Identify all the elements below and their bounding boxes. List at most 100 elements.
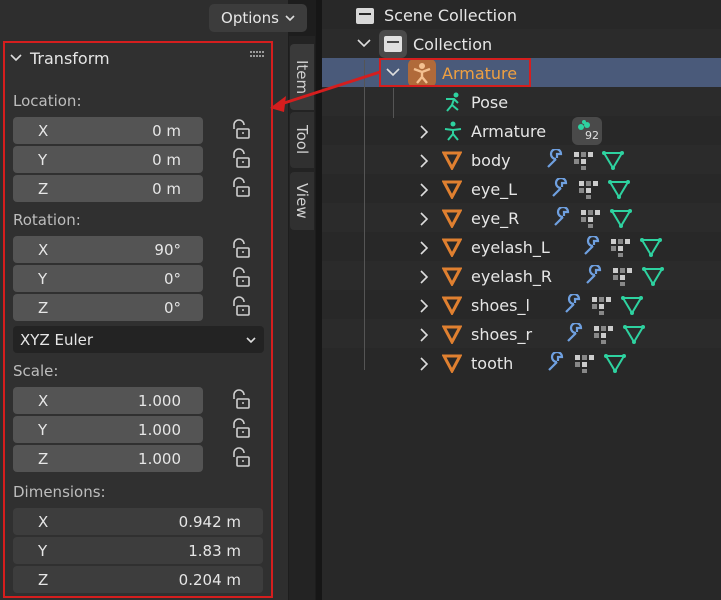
mesh-object-icon <box>442 296 462 315</box>
wrench-icon[interactable] <box>549 178 571 200</box>
rotation-y-value: 0° <box>163 269 181 288</box>
wrench-icon[interactable] <box>581 236 603 258</box>
chevron-right-icon[interactable] <box>418 357 430 371</box>
rotation-y-field[interactable]: Y 0° <box>13 265 203 292</box>
rotation-z-field[interactable]: Z 0° <box>13 294 203 321</box>
scale-z-field[interactable]: Z 1.000 <box>13 445 203 472</box>
lock-icon[interactable] <box>228 237 252 261</box>
vertex-groups-icon[interactable] <box>591 295 613 315</box>
outliner-row[interactable] <box>322 145 721 174</box>
dimensions-x-value: 0.942 m <box>178 512 241 531</box>
scale-y-field[interactable]: Y 1.000 <box>13 416 203 443</box>
drag-handle-icon[interactable] <box>250 50 264 60</box>
highlight-box <box>379 58 531 87</box>
vertex-groups-icon[interactable] <box>593 324 615 344</box>
object-label-shoes-l: shoes_l <box>471 296 530 315</box>
lock-icon[interactable] <box>228 295 252 319</box>
chevron-down-icon <box>246 336 256 343</box>
lock-icon[interactable] <box>228 417 252 441</box>
tree-line <box>393 88 394 118</box>
mesh-data-icon[interactable] <box>641 265 665 287</box>
object-label-eye-l: eye_L <box>471 180 518 199</box>
lock-icon[interactable] <box>228 388 252 412</box>
outliner-row[interactable] <box>322 0 721 29</box>
tab-view[interactable]: View <box>290 172 314 230</box>
wrench-icon[interactable] <box>544 149 566 171</box>
lock-icon[interactable] <box>228 147 252 171</box>
vertex-groups-icon[interactable] <box>574 353 596 373</box>
armature-data-label: Armature <box>471 122 547 141</box>
outliner-row[interactable] <box>322 348 721 377</box>
location-y-field[interactable]: Y 0 m <box>13 146 203 173</box>
lock-icon[interactable] <box>228 266 252 290</box>
scene-collection-icon <box>356 8 374 24</box>
wrench-icon[interactable] <box>583 265 605 287</box>
vertex-groups-icon[interactable] <box>578 179 600 199</box>
axis-x-label: X <box>38 512 49 531</box>
dimensions-z-field[interactable]: Z 0.204 m <box>13 566 263 593</box>
rotation-mode-select[interactable]: XYZ Euler <box>13 326 264 353</box>
dimensions-y-value: 1.83 m <box>188 541 241 560</box>
scale-y-value: 1.000 <box>138 420 181 439</box>
axis-z-label: Z <box>38 449 49 468</box>
wrench-icon[interactable] <box>545 352 567 374</box>
mesh-data-icon[interactable] <box>601 149 625 171</box>
location-x-field[interactable]: X 0 m <box>13 117 203 144</box>
object-label-eyelash-r: eyelash_R <box>471 267 552 286</box>
dimensions-y-field[interactable]: Y 1.83 m <box>13 537 263 564</box>
dimensions-z-value: 0.204 m <box>178 570 241 589</box>
pose-icon <box>446 92 459 112</box>
lock-icon[interactable] <box>228 118 252 142</box>
outliner-row[interactable] <box>322 203 721 232</box>
dimensions-x-field[interactable]: X 0.942 m <box>13 508 263 535</box>
tab-tool[interactable]: Tool <box>290 112 314 168</box>
options-label: Options <box>221 9 279 27</box>
chevron-right-icon[interactable] <box>418 183 430 197</box>
wrench-icon[interactable] <box>551 207 573 229</box>
mesh-data-icon[interactable] <box>603 352 627 374</box>
wrench-icon[interactable] <box>562 294 584 316</box>
chevron-right-icon[interactable] <box>418 328 430 342</box>
outliner-row[interactable] <box>322 174 721 203</box>
object-label-shoes-r: shoes_r <box>471 325 533 344</box>
wrench-icon[interactable] <box>564 323 586 345</box>
rotation-x-value: 90° <box>154 240 181 259</box>
chevron-down-icon[interactable] <box>357 38 371 50</box>
armature-data-icon <box>444 121 462 141</box>
scale-z-value: 1.000 <box>138 449 181 468</box>
vertex-groups-icon[interactable] <box>580 208 602 228</box>
chevron-right-icon[interactable] <box>418 270 430 284</box>
scale-x-field[interactable]: X 1.000 <box>13 387 203 414</box>
vertex-groups-icon[interactable] <box>612 266 634 286</box>
mesh-data-icon[interactable] <box>622 323 646 345</box>
mesh-object-icon <box>442 267 462 286</box>
mesh-data-icon[interactable] <box>609 207 633 229</box>
chevron-right-icon[interactable] <box>418 125 430 139</box>
axis-z-label: Z <box>38 570 49 589</box>
vertex-groups-icon[interactable] <box>610 237 632 257</box>
chevron-right-icon[interactable] <box>418 299 430 313</box>
bone-group-badge[interactable]: 92 <box>572 117 602 145</box>
rotation-x-field[interactable]: X 90° <box>13 236 203 263</box>
vertex-groups-icon[interactable] <box>573 150 595 170</box>
chevron-down-icon <box>285 15 295 22</box>
location-y-value: 0 m <box>152 150 181 169</box>
axis-z-label: Z <box>38 179 49 198</box>
chevron-right-icon[interactable] <box>418 212 430 226</box>
chevron-right-icon[interactable] <box>418 241 430 255</box>
transform-panel-header[interactable]: Transform <box>10 48 110 68</box>
axis-x-label: X <box>38 240 49 259</box>
options-button[interactable]: Options <box>209 4 307 32</box>
mesh-data-icon[interactable] <box>607 178 631 200</box>
rotation-mode-value: XYZ Euler <box>20 330 94 349</box>
location-z-value: 0 m <box>152 179 181 198</box>
lock-icon[interactable] <box>228 446 252 470</box>
chevron-right-icon[interactable] <box>418 154 430 168</box>
mesh-data-icon[interactable] <box>639 236 663 258</box>
location-z-field[interactable]: Z 0 m <box>13 175 203 202</box>
object-label-eyelash-l: eyelash_L <box>471 238 550 257</box>
mesh-data-icon[interactable] <box>620 294 644 316</box>
lock-icon[interactable] <box>228 176 252 200</box>
dimensions-label: Dimensions: <box>13 483 106 501</box>
tab-tool-label: Tool <box>293 125 311 155</box>
